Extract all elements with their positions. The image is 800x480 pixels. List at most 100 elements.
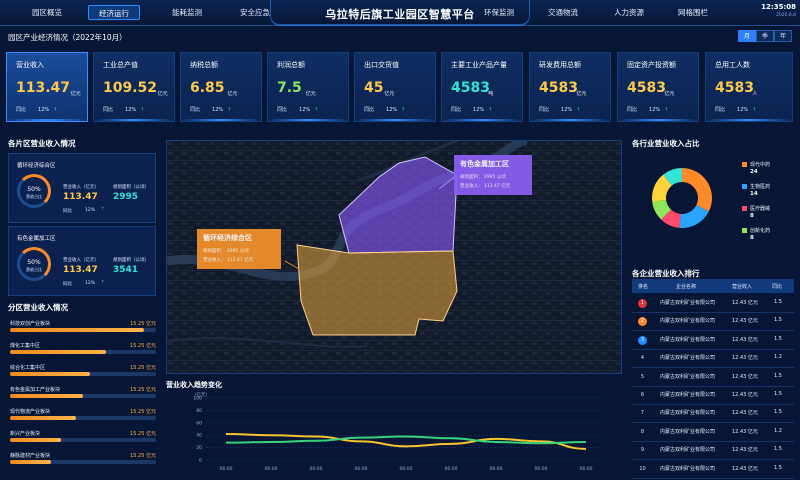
- kpi-card[interactable]: 纳税总额 6.85 亿元 同比 12% ↑: [180, 52, 262, 122]
- kpi-yoy-label: 同比: [364, 107, 375, 113]
- share-ring: 50% 营收占比: [17, 247, 51, 281]
- company-name: 内蒙古双利矿业有限公司: [660, 465, 716, 472]
- rank-badge: 5: [640, 373, 645, 380]
- zone-revenue: 113.47: [63, 265, 98, 275]
- x-tick-label: 06:00: [580, 466, 593, 472]
- company-name: 内蒙古双利矿业有限公司: [660, 392, 716, 398]
- nav-tab-logistics[interactable]: 交通物流: [534, 5, 592, 20]
- kpi-card[interactable]: 研发费用总额 4583 亿元 同比 12% ↑: [529, 52, 611, 122]
- ranking-row[interactable]: 10 内蒙古双利矿业有限公司 12.43 亿元 1.5: [632, 461, 794, 479]
- ranking-row[interactable]: 3 内蒙古双利矿业有限公司 12.43 亿元 1.5: [632, 332, 794, 350]
- subzone-row[interactable]: 科技双创产业板块 15.25 亿元: [8, 320, 156, 340]
- period-year-button[interactable]: 年: [774, 30, 792, 42]
- subzone-bar-fill: [10, 394, 83, 398]
- kpi-value: 4583: [539, 80, 578, 96]
- area-label: 规划面积（公顷）: [113, 185, 149, 190]
- kpi-value: 45: [364, 80, 384, 96]
- nav-tab-overview[interactable]: 园区概览: [18, 5, 76, 20]
- subzone-row[interactable]: 新兴产业板块 15.25 亿元: [8, 430, 156, 450]
- subzone-value: 15.25 亿元: [130, 365, 156, 371]
- nav-tab-hr[interactable]: 人力资源: [600, 5, 658, 20]
- subzone-value: 15.25 亿元: [130, 321, 156, 327]
- subzone-bar-track: [10, 394, 156, 398]
- company-revenue: 12.43 亿元: [732, 410, 758, 417]
- period-month-button[interactable]: 月: [738, 30, 756, 42]
- company-name: 内蒙古双利矿业有限公司: [660, 336, 716, 343]
- subzone-row[interactable]: 静脉建材产业板块 15.25 亿元: [8, 452, 156, 472]
- kpi-card[interactable]: 主要工业产品产量 4583 吨同比 12% ↑: [441, 52, 523, 122]
- legend-value: 14: [750, 191, 758, 197]
- subzone-value: 15.25 亿元: [130, 343, 156, 349]
- x-tick-label: 06:00: [220, 466, 233, 472]
- subzone-bar-fill: [10, 460, 51, 464]
- ring-label: 营收占比: [26, 267, 42, 272]
- ring-label: 营收占比: [26, 194, 42, 199]
- kpi-card[interactable]: 营业收入 113.47 亿元 同比 12% ↑: [6, 52, 88, 122]
- company-revenue: 12.43 亿元: [732, 318, 758, 325]
- kpi-yoy-label: 同比: [715, 107, 726, 113]
- area-label: 规划面积（公顷）: [113, 258, 149, 263]
- kpi-card[interactable]: 总用工人数 4583 人同比 12% ↑: [705, 52, 793, 122]
- nav-tab-safety[interactable]: 安全应急: [226, 5, 284, 20]
- nav-tab-grid[interactable]: 网格围栏: [664, 5, 722, 20]
- zone-card[interactable]: 有色金属加工区 50% 营收占比 营业收入（亿元） 规划面积（公顷） 113.47 3541…: [8, 226, 156, 296]
- x-tick-label: 06:00: [490, 466, 503, 472]
- donut-slice[interactable]: [682, 168, 712, 212]
- revenue-label: 营业收入（亿元）: [63, 258, 99, 263]
- kpi-yoy-label: 同比: [277, 107, 288, 113]
- rank-badge: 9: [640, 447, 645, 454]
- period-quarter-button[interactable]: 季: [756, 30, 774, 42]
- kpi-yoy-label: 同比: [103, 107, 114, 113]
- ranking-row[interactable]: 5 内蒙古双利矿业有限公司 12.43 亿元 1.5: [632, 369, 794, 387]
- rank-badge: 2: [638, 317, 647, 327]
- subzone-row[interactable]: 现代物流产业板块 15.25 亿元: [8, 408, 156, 428]
- park-map[interactable]: 有色金属加工区 规划面积： 2995 公顷 营业收入： 113.47 亿元 循环…: [166, 140, 622, 374]
- kpi-card[interactable]: 利润总额 7.5 亿元 同比 12% ↑: [267, 52, 349, 122]
- up-arrow-icon: ↑: [101, 280, 105, 285]
- company-name: 内蒙古双利矿业有限公司: [660, 355, 716, 362]
- company-name: 内蒙古双利矿业有限公司: [660, 447, 716, 454]
- up-arrow-icon: ↑: [401, 107, 406, 113]
- kpi-yoy-label: 同比: [539, 107, 550, 113]
- subzone-row[interactable]: 煤化工集中区 15.25 亿元: [8, 342, 156, 362]
- rank-badge: 1: [638, 299, 647, 308]
- popup-circular-revenue: 营业收入： 113.47 亿元: [203, 258, 254, 263]
- kpi-card[interactable]: 工业总产值 109.52 亿元 同比 12% ↑: [93, 52, 175, 122]
- kpi-yoy: 同比 12% ↑: [103, 106, 144, 113]
- up-arrow-icon: ↑: [53, 107, 58, 113]
- rank-badge: 6: [640, 392, 645, 398]
- rank-badge: 4: [640, 355, 645, 362]
- subzone-bar-track: [10, 350, 156, 354]
- legend-value: 24: [750, 169, 758, 175]
- nav-tab-economy[interactable]: 经济运行: [88, 5, 140, 20]
- legend-label: 医疗器械: [750, 206, 771, 212]
- company-revenue: 12.43 亿元: [732, 373, 758, 380]
- nav-tab-environment[interactable]: 环保监测: [470, 5, 528, 20]
- up-arrow-icon: ↑: [752, 107, 757, 113]
- subzone-value: 15.25 亿元: [130, 409, 156, 415]
- kpi-yoy-value: 12%: [38, 107, 50, 113]
- ranking-row[interactable]: 7 内蒙古双利矿业有限公司 12.43 亿元 1.5: [632, 405, 794, 424]
- kpi-card[interactable]: 固定资产投资额 4583 亿元 同比 12% ↑: [617, 52, 699, 122]
- legend-value: 8: [750, 235, 754, 241]
- ranking-row[interactable]: 6 内蒙古双利矿业有限公司 12.43 亿元 1.5: [632, 387, 794, 405]
- ranking-row[interactable]: 9 内蒙古双利矿业有限公司 12.43 亿元 1.5: [632, 442, 794, 461]
- x-tick-label: 06:00: [355, 466, 368, 472]
- ranking-row[interactable]: 8 内蒙古双利矿业有限公司 12.43 亿元 1.2: [632, 424, 794, 442]
- legend-label: 现代中药: [750, 162, 771, 168]
- kpi-value: 113.47: [16, 80, 71, 96]
- ranking-row[interactable]: 2 内蒙古双利矿业有限公司 12.43 亿元 1.5: [632, 313, 794, 332]
- subzone-row[interactable]: 综合化工集中区 15.25 亿元: [8, 364, 156, 384]
- ranking-row[interactable]: 1 内蒙古双利矿业有限公司 12.43 亿元 1.5: [632, 295, 794, 313]
- ranking-row[interactable]: 4 内蒙古双利矿业有限公司 12.43 亿元 1.2: [632, 350, 794, 369]
- kpi-yoy-value: 12%: [299, 107, 311, 113]
- kpi-yoy: 同比 12% ↑: [364, 106, 405, 113]
- kpi-card[interactable]: 出口交货值 45 亿元 同比 12% ↑: [354, 52, 436, 122]
- zone-card[interactable]: 循环经济综合区 50% 营收占比 营业收入（亿元） 规划面积（公顷） 113.47 2995…: [8, 153, 156, 223]
- subzone-bar-fill: [10, 372, 91, 376]
- subzone-row[interactable]: 有色金属加工产业板块 15.25 亿元: [8, 386, 156, 406]
- nav-tab-energy[interactable]: 能耗监测: [158, 5, 216, 20]
- kpi-label: 主要工业产品产量: [451, 61, 507, 69]
- y-tick-label: 100: [193, 396, 202, 402]
- company-revenue: 12.43 亿元: [732, 336, 758, 343]
